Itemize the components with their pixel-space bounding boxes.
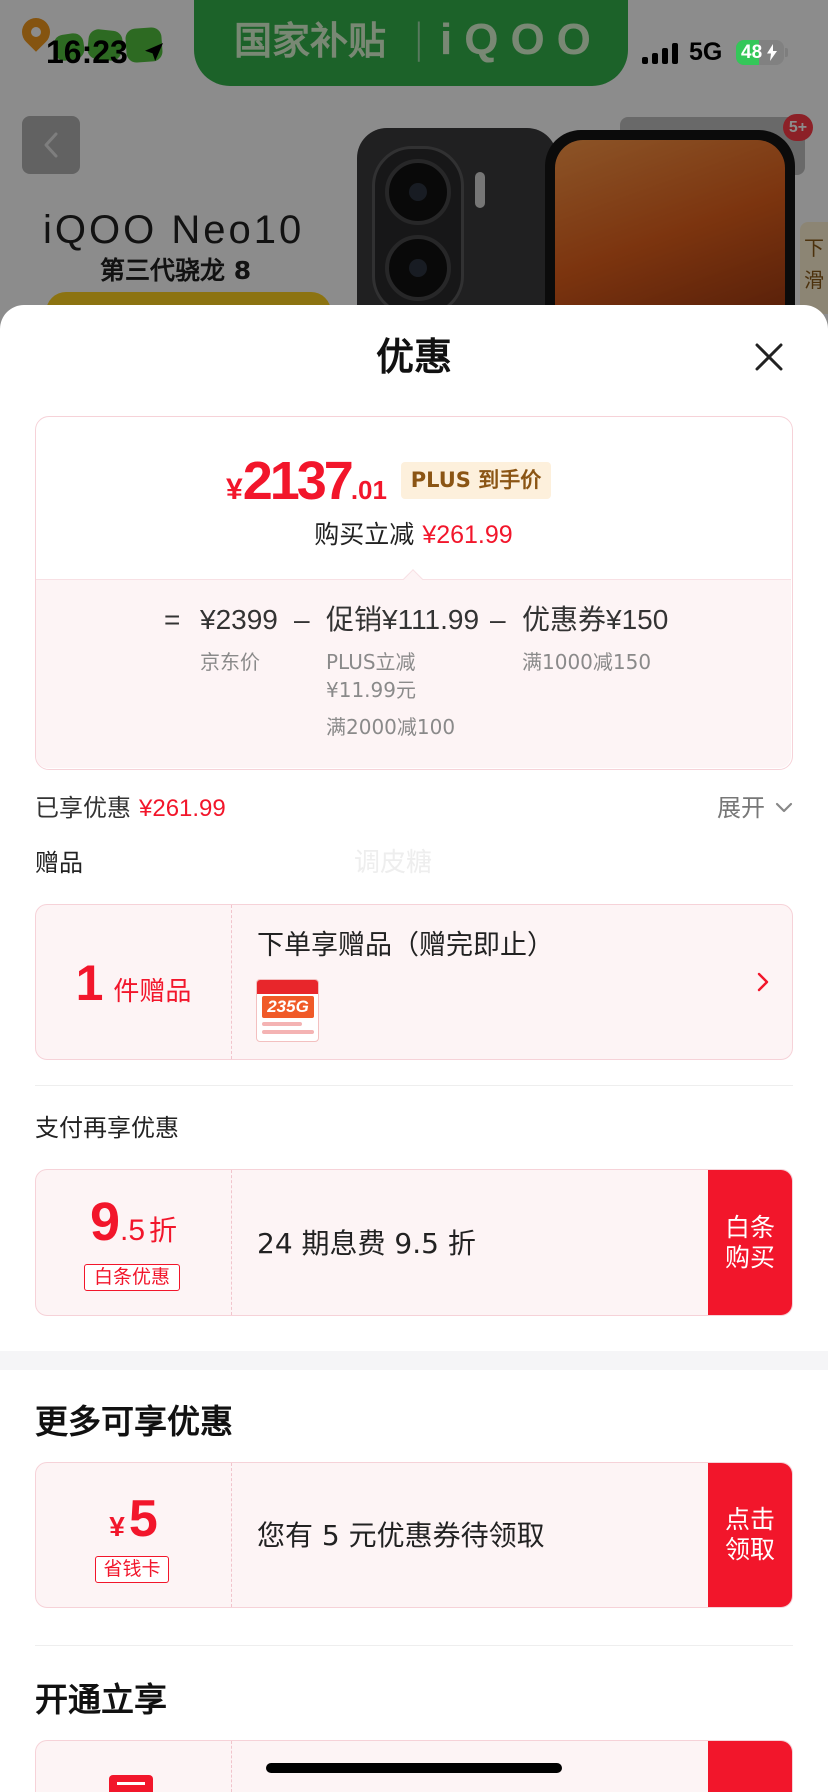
cellular-signal-icon	[642, 42, 678, 64]
discount-integer: 9	[89, 1192, 120, 1252]
coupon-card[interactable]: ¥ 5 省钱卡 您有 5 元优惠券待领取 点击 领取	[35, 1462, 793, 1608]
sheet-title: 优惠	[375, 335, 452, 379]
battery-icon: 48	[736, 40, 784, 65]
thumbnail-label: 235G	[262, 996, 314, 1018]
close-icon	[755, 343, 783, 371]
button-line: 白条	[724, 1212, 775, 1242]
enjoyed-amount: ¥261.99	[139, 795, 226, 822]
breakdown-equals: =	[164, 604, 181, 635]
final-price: ¥ 2137 .01	[226, 451, 387, 511]
watermark-text: 调皮糖	[354, 848, 433, 878]
thumbnail-strip	[257, 980, 318, 994]
enjoyed-label: 已享优惠	[35, 794, 131, 822]
status-bar: 16:23 5G 48	[0, 0, 828, 90]
card-divider	[231, 1170, 232, 1315]
location-arrow-icon	[145, 43, 163, 61]
gift-count-row: 1 件赠品	[36, 953, 231, 1013]
promo-note: 满2000减100	[326, 715, 456, 739]
instant-discount-amount: ¥261.99	[422, 521, 513, 549]
card-divider	[231, 1463, 232, 1607]
discount-decimal: .5	[120, 1214, 146, 1247]
price-decimal: .01	[350, 475, 387, 505]
thumbnail-line	[262, 1030, 314, 1034]
chevron-right-icon	[757, 972, 769, 992]
baitiao-card[interactable]: 9 .5 折 白条优惠 24 期息费 9.5 折 白条 购买	[35, 1169, 793, 1316]
expand-label: 展开	[717, 794, 765, 822]
gift-card[interactable]: 1 件赠品 下单享赠品（赠完即止） 235G	[35, 904, 793, 1060]
screen: 国家补贴 | iQOO 5+ iQOO Neo10 第三代骁龙 8 下 滑 16…	[0, 0, 828, 1792]
claim-coupon-button[interactable]: 点击 领取	[708, 1463, 792, 1607]
close-button[interactable]	[752, 340, 786, 374]
section-gap	[0, 1351, 828, 1370]
chevron-down-icon	[775, 802, 793, 813]
coupon-note: 满1000减150	[522, 650, 652, 674]
gift-heading: 赠品	[35, 849, 83, 877]
price-summary-card: ¥ 2137 .01 PLUS 到手价 购买立减 ¥261.99 = ¥2399 …	[35, 416, 793, 770]
baitiao-tag: 白条优惠	[84, 1264, 180, 1291]
gift-unit: 件赠品	[113, 977, 192, 1007]
battery-level: 48	[741, 42, 763, 63]
home-indicator[interactable]	[266, 1763, 562, 1773]
plus-price-badge: PLUS 到手价	[401, 462, 551, 499]
payment-heading: 支付再享优惠	[35, 1114, 179, 1142]
section-divider	[35, 1645, 793, 1646]
promo-note: ¥11.99元	[326, 678, 416, 702]
baitiao-discount-area: 9 .5 折 白条优惠	[36, 1170, 231, 1315]
gift-thumbnail[interactable]: 235G	[256, 979, 319, 1042]
charging-bolt-icon	[767, 44, 777, 61]
base-price-note: 京东价	[200, 650, 260, 674]
breakdown-minus: –	[294, 604, 310, 635]
gift-count-area: 1 件赠品	[36, 905, 231, 1059]
more-offers-heading: 更多可享优惠	[35, 1402, 233, 1441]
discount-unit: 折	[149, 1214, 178, 1247]
membership-icon	[109, 1775, 153, 1792]
promo-note: PLUS立减	[326, 650, 416, 674]
button-line: 点击	[724, 1505, 775, 1534]
button-line: 领取	[724, 1535, 775, 1564]
enjoyed-discount-row: 已享优惠 ¥261.99	[35, 793, 226, 824]
gift-title: 下单享赠品（赠完即止）	[257, 930, 554, 961]
coupon-description: 您有 5 元优惠券待领取	[257, 1519, 545, 1552]
price-currency: ¥	[226, 473, 243, 506]
baitiao-description: 24 期息费 9.5 折	[257, 1227, 476, 1260]
membership-heading: 开通立享	[35, 1680, 167, 1719]
breakdown-base-price: ¥2399	[200, 604, 278, 635]
discount-sheet: 优惠 ¥ 2137 .01 PLUS 到手价 购买立减 ¥261.99 = ¥23…	[0, 305, 828, 1792]
breakdown-promo: 促销¥111.99	[326, 604, 480, 635]
coupon-value: 5	[128, 1490, 158, 1548]
instant-discount-row: 购买立减 ¥261.99	[36, 520, 791, 550]
instant-discount-label: 购买立减	[314, 520, 415, 549]
price-integer: 2137	[242, 451, 354, 511]
section-divider	[35, 1085, 793, 1086]
gift-count: 1	[75, 955, 104, 1011]
button-line: 购买	[724, 1242, 775, 1272]
breakdown-coupon: 优惠券¥150	[522, 604, 669, 635]
expand-toggle[interactable]: 展开	[717, 793, 793, 823]
membership-button[interactable]	[708, 1741, 792, 1792]
saving-card-tag: 省钱卡	[95, 1556, 169, 1583]
network-type: 5G	[689, 38, 723, 66]
coupon-currency: ¥	[109, 1511, 125, 1542]
baitiao-buy-button[interactable]: 白条 购买	[708, 1170, 792, 1315]
breakdown-minus: –	[490, 604, 506, 635]
coupon-amount: ¥ 5	[36, 1489, 231, 1549]
status-time: 16:23	[46, 34, 128, 70]
thumbnail-line	[262, 1022, 302, 1026]
baitiao-discount: 9 .5 折	[36, 1192, 231, 1252]
card-divider	[231, 905, 232, 1059]
battery-nub	[785, 48, 788, 57]
coupon-amount-area: ¥ 5 省钱卡	[36, 1463, 231, 1607]
card-divider	[231, 1741, 232, 1792]
